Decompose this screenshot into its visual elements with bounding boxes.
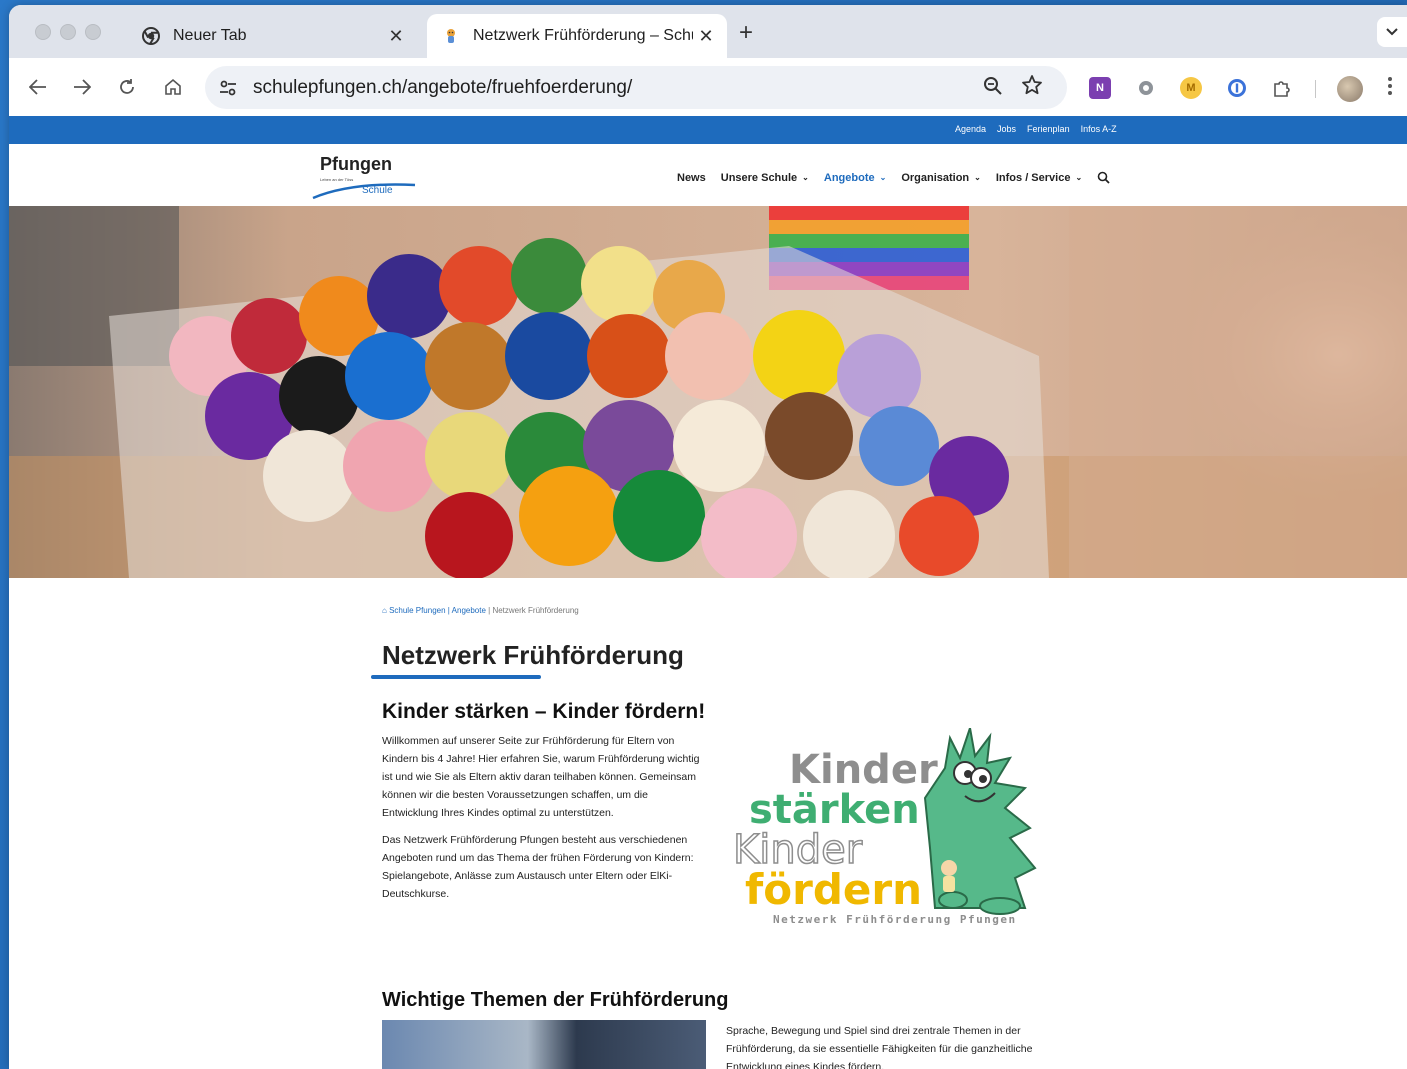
intro-paragraph: Willkommen auf unserer Seite zur Frühför… — [382, 735, 700, 819]
tab-title: Neuer Tab — [173, 27, 247, 44]
page-title: Netzwerk Frühförderung — [382, 640, 684, 670]
home-icon: ⌂ — [382, 606, 390, 615]
chrome-icon — [141, 26, 161, 46]
section2-paragraph: Sprache, Bewegung und Spiel sind drei ze… — [726, 1025, 1033, 1069]
hero-image — [9, 206, 1407, 578]
top-link-jobs[interactable]: Jobs — [997, 124, 1016, 134]
section2-image — [382, 1020, 706, 1069]
site-top-bar: Agenda Jobs Ferienplan Infos A-Z — [9, 116, 1407, 144]
close-tab-icon[interactable]: ✕ — [383, 26, 409, 47]
onenote-icon[interactable]: N — [1089, 77, 1111, 99]
top-link-infos-a-z[interactable]: Infos A-Z — [1081, 124, 1117, 134]
site-info-icon[interactable] — [217, 77, 239, 99]
section2-heading: Wichtige Themen der Frühförderung — [382, 989, 729, 1011]
chevron-down-icon: ⌄ — [974, 173, 981, 182]
settings-extension-icon[interactable] — [1135, 77, 1157, 99]
network-paragraph: Das Netzwerk Frühförderung Pfungen beste… — [382, 834, 694, 900]
svg-text:fördern: fördern — [745, 865, 922, 914]
main-nav: News Unsere Schule ⌄ Angebote ⌄ Organisati… — [677, 171, 1110, 184]
home-icon[interactable] — [160, 74, 186, 100]
forward-arrow-icon[interactable] — [69, 74, 95, 100]
logo-sub: Schule — [362, 185, 393, 196]
maximize-window-button[interactable] — [85, 24, 101, 40]
nav-angebote[interactable]: Angebote ⌄ — [824, 172, 886, 184]
toolbar-divider — [1315, 80, 1316, 98]
address-bar[interactable]: schulepfungen.ch/angebote/fruehfoerderun… — [205, 66, 1067, 109]
title-underline — [371, 675, 541, 679]
breadcrumb-current: Netzwerk Frühförderung — [492, 606, 579, 615]
kinder-staerken-logo: Kinder stärken Kinder fördern Netzwerk F… — [725, 727, 1055, 938]
more-menu-icon[interactable] — [1387, 76, 1393, 96]
tab-netzwerk-fruehfoerderung[interactable]: Netzwerk Frühförderung – Schule Pfungen … — [427, 14, 727, 58]
site-logo[interactable]: Pfungen Leben an der Töss Schule — [311, 154, 421, 202]
site-favicon-icon — [441, 26, 461, 46]
breadcrumb-home[interactable]: Schule Pfungen — [389, 606, 446, 615]
site-header: Pfungen Leben an der Töss Schule News Un… — [9, 144, 1407, 206]
breadcrumb: ⌂ Schule Pfungen | Angebote | Netzwerk F… — [382, 606, 579, 615]
close-tab-icon[interactable]: ✕ — [693, 26, 719, 47]
puzzle-icon[interactable] — [1271, 77, 1293, 99]
web-page: Agenda Jobs Ferienplan Infos A-Z Pfungen… — [9, 116, 1407, 1069]
breadcrumb-parent[interactable]: Angebote — [452, 606, 486, 615]
minimize-window-button[interactable] — [60, 24, 76, 40]
browser-toolbar: schulepfungen.ch/angebote/fruehfoerderun… — [9, 58, 1407, 116]
logo-name: Pfungen — [320, 154, 392, 174]
nav-unsere-schule[interactable]: Unsere Schule ⌄ — [721, 172, 809, 184]
browser-window: Neuer Tab ✕ Netzwerk Frühförderung – Sch… — [9, 5, 1407, 1069]
search-icon[interactable] — [1097, 171, 1110, 184]
nav-infos-service[interactable]: Infos / Service ⌄ — [996, 172, 1082, 184]
tab-title: Netzwerk Frühförderung – Schule Pfungen — [473, 27, 693, 44]
reload-icon[interactable] — [114, 74, 140, 100]
tab-neuer-tab[interactable]: Neuer Tab ✕ — [127, 14, 417, 58]
main-content: ⌂ Schule Pfungen | Angebote | Netzwerk F… — [9, 578, 1407, 1069]
chevron-down-icon: ⌄ — [1075, 173, 1083, 182]
1password-icon[interactable] — [1226, 77, 1248, 99]
top-link-ferienplan[interactable]: Ferienplan — [1027, 124, 1070, 134]
nav-organisation[interactable]: Organisation ⌄ — [901, 172, 981, 184]
svg-text:Netzwerk Frühförderung Pfungen: Netzwerk Frühförderung Pfungen — [773, 913, 1017, 926]
tab-bar: Neuer Tab ✕ Netzwerk Frühförderung – Sch… — [9, 5, 1407, 58]
m-extension-icon[interactable]: M — [1180, 77, 1202, 99]
url-text: schulepfungen.ch/angebote/fruehfoerderun… — [253, 77, 633, 98]
profile-avatar[interactable] — [1337, 76, 1363, 102]
section-heading: Kinder stärken – Kinder fördern! — [382, 700, 706, 723]
chevron-down-icon: ⌄ — [802, 173, 809, 182]
chevron-down-icon: ⌄ — [879, 173, 887, 182]
monster-mascot-icon — [923, 727, 1037, 915]
back-arrow-icon[interactable] — [25, 74, 51, 100]
close-window-button[interactable] — [35, 24, 51, 40]
new-tab-button[interactable]: + — [733, 19, 759, 47]
zoom-icon[interactable] — [983, 76, 1003, 102]
top-link-agenda[interactable]: Agenda — [955, 124, 986, 134]
tab-search-chevron-icon[interactable] — [1377, 17, 1407, 47]
yarn-photo — [9, 206, 1407, 578]
nav-news[interactable]: News — [677, 172, 706, 184]
bookmark-star-icon[interactable] — [1021, 74, 1043, 102]
